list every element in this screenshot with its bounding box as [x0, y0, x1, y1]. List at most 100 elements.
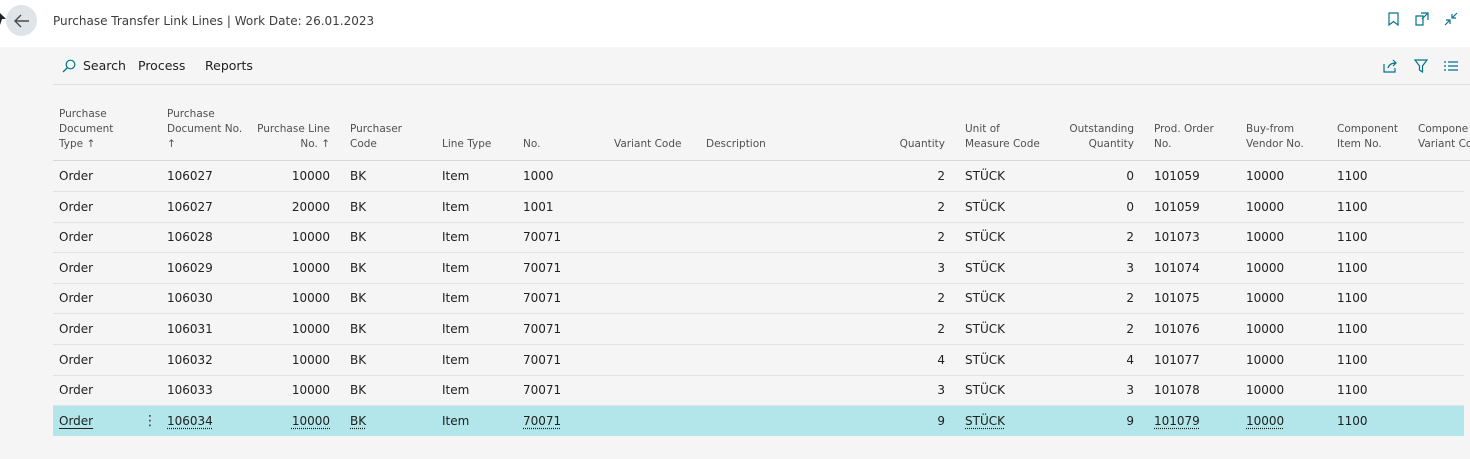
cell-prod-order-no: 101059 — [1154, 169, 1200, 183]
cell-vendor-no: 10000 — [1246, 199, 1285, 214]
table-row[interactable]: Order 106027 10000 BK Item 1000 2 STÜCK 0 101059 1… — [53, 161, 1464, 192]
cell-doc-type[interactable]: Order — [59, 414, 129, 428]
cell-component-item-no: 1100 — [1337, 291, 1368, 306]
table-row[interactable]: Order 106030 10000 BK Item 70071 2 STÜCK 2 101075… — [53, 283, 1464, 315]
column-header-doc-type[interactable]: Purchase Document Type ↑ — [59, 107, 129, 152]
cell-component-item-no: 1100 — [1337, 352, 1368, 367]
cell-component-item-no: 1100 — [1337, 260, 1368, 275]
cell-purchaser-code: BK — [350, 291, 367, 306]
cell-doc-type[interactable]: Order — [59, 383, 129, 397]
cell-doc-type[interactable]: Order — [59, 322, 129, 336]
process-menu[interactable]: Process — [138, 58, 185, 73]
cell-line-type: Item — [442, 322, 470, 336]
column-header-prod-order-no[interactable]: Prod. Order No. — [1154, 122, 1234, 152]
cell-line-no: 10000 — [291, 169, 330, 183]
cell-line-type: Item — [442, 291, 470, 306]
column-header-outstanding-qty[interactable]: Outstanding Quantity — [1064, 122, 1134, 152]
reports-menu[interactable]: Reports — [205, 58, 253, 73]
cell-prod-order-no: 101078 — [1154, 383, 1200, 398]
cell-line-no: 10000 — [291, 383, 330, 398]
column-header-line-type[interactable]: Line Type — [442, 137, 502, 152]
table-row[interactable]: Order 106029 10000 BK Item 70071 3 STÜCK 3 101074… — [53, 253, 1464, 284]
cell-component-item-no: 1100 — [1337, 199, 1368, 214]
cell-line-type: Item — [442, 260, 470, 275]
column-header-no[interactable]: No. — [523, 137, 593, 152]
filter-icon[interactable] — [1413, 58, 1428, 73]
cell-quantity: 3 — [937, 260, 945, 275]
cell-doc-no: 106033 — [167, 383, 213, 398]
cell-line-type: Item — [442, 199, 470, 214]
page-title: Purchase Transfer Link Lines | Work Date… — [53, 14, 375, 28]
cell-purchaser-code: BK — [350, 199, 367, 214]
column-header-vendor-no[interactable]: Buy-from Vendor No. — [1246, 122, 1326, 152]
cell-uom-code: STÜCK — [965, 230, 1005, 245]
column-header-component-variant[interactable]: Compone Variant Co — [1418, 122, 1470, 152]
cell-purchaser-code: BK — [350, 383, 367, 398]
cell-purchaser-code: BK — [350, 352, 367, 367]
cell-uom-code: STÜCK — [965, 352, 1005, 367]
cell-doc-no: 106034 — [167, 413, 213, 428]
cell-doc-type[interactable]: Order — [59, 230, 129, 244]
cell-doc-no: 106028 — [167, 230, 213, 245]
cell-no: 1000 — [523, 169, 554, 183]
cell-no: 70071 — [523, 352, 562, 367]
collapse-icon[interactable] — [1444, 11, 1458, 27]
cell-outstanding-qty: 9 — [1126, 413, 1134, 428]
table-row[interactable]: Order 106033 10000 BK Item 70071 3 STÜCK 3 101078… — [53, 375, 1464, 407]
column-header-description[interactable]: Description — [706, 137, 886, 152]
cell-doc-no: 106030 — [167, 291, 213, 306]
cell-outstanding-qty: 2 — [1126, 230, 1134, 245]
cell-quantity: 2 — [937, 169, 945, 183]
row-menu-icon[interactable]: ⋮ — [143, 413, 157, 429]
search-button[interactable]: Search — [62, 58, 126, 73]
cell-line-type: Item — [442, 413, 470, 428]
column-header-uom-code[interactable]: Unit of Measure Code — [965, 122, 1055, 152]
table-row[interactable]: Order 106028 10000 BK Item 70071 2 STÜCK 2 101073… — [53, 222, 1464, 254]
list-view-icon[interactable] — [1443, 58, 1458, 73]
column-header-line-no[interactable]: Purchase Line No. ↑ — [250, 122, 330, 152]
cell-component-item-no: 1100 — [1337, 413, 1368, 428]
column-header-component-item-no[interactable]: Component Item No. — [1337, 122, 1417, 152]
cell-vendor-no: 10000 — [1246, 383, 1285, 398]
table-row[interactable]: Order 106034 10000 BK Item 70071 9 STÜCK 9 101079… — [53, 405, 1464, 436]
table-row[interactable]: Order 106027 20000 BK Item 1001 2 STÜCK 0 101059 1… — [53, 192, 1464, 223]
column-header-quantity[interactable]: Quantity — [875, 137, 945, 152]
cell-line-no: 10000 — [291, 291, 330, 306]
cell-quantity: 2 — [937, 230, 945, 245]
cell-uom-code: STÜCK — [965, 383, 1005, 398]
open-new-window-icon[interactable] — [1415, 11, 1429, 27]
cell-component-item-no: 1100 — [1337, 322, 1368, 336]
back-button[interactable] — [6, 5, 37, 36]
table-row[interactable]: Order 106031 10000 BK Item 70071 2 STÜCK 2 101076… — [53, 314, 1464, 345]
cell-doc-type[interactable]: Order — [59, 261, 129, 275]
cell-doc-type[interactable]: Order — [59, 169, 129, 183]
bookmark-icon[interactable] — [1386, 11, 1400, 27]
cell-line-no: 20000 — [291, 199, 330, 214]
cell-no: 1001 — [523, 199, 554, 214]
column-header-purchaser-code[interactable]: Purchaser Code — [350, 122, 410, 152]
cell-uom-code: STÜCK — [965, 260, 1005, 275]
cell-prod-order-no: 101077 — [1154, 352, 1200, 367]
search-icon — [62, 59, 76, 72]
cell-outstanding-qty: 2 — [1126, 291, 1134, 306]
cell-uom-code: STÜCK — [965, 169, 1005, 183]
cell-doc-no: 106029 — [167, 260, 213, 275]
cell-line-no: 10000 — [291, 322, 330, 336]
column-header-variant-code[interactable]: Variant Code — [614, 137, 694, 152]
cell-component-item-no: 1100 — [1337, 230, 1368, 245]
cell-line-no: 10000 — [291, 230, 330, 245]
cell-component-item-no: 1100 — [1337, 169, 1368, 183]
cell-doc-type[interactable]: Order — [59, 200, 129, 214]
column-header-doc-no[interactable]: Purchase Document No. ↑ — [167, 107, 247, 152]
cell-doc-type[interactable]: Order — [59, 353, 129, 367]
cell-purchaser-code: BK — [350, 260, 367, 275]
cell-doc-type[interactable]: Order — [59, 291, 129, 305]
cell-prod-order-no: 101073 — [1154, 230, 1200, 245]
cell-purchaser-code: BK — [350, 169, 367, 183]
cell-no: 70071 — [523, 413, 562, 428]
cell-purchaser-code: BK — [350, 322, 367, 336]
share-icon[interactable] — [1383, 58, 1398, 73]
table-row[interactable]: Order 106032 10000 BK Item 70071 4 STÜCK 4 101077… — [53, 345, 1464, 376]
arrow-left-icon — [13, 14, 29, 27]
cell-no: 70071 — [523, 291, 562, 306]
